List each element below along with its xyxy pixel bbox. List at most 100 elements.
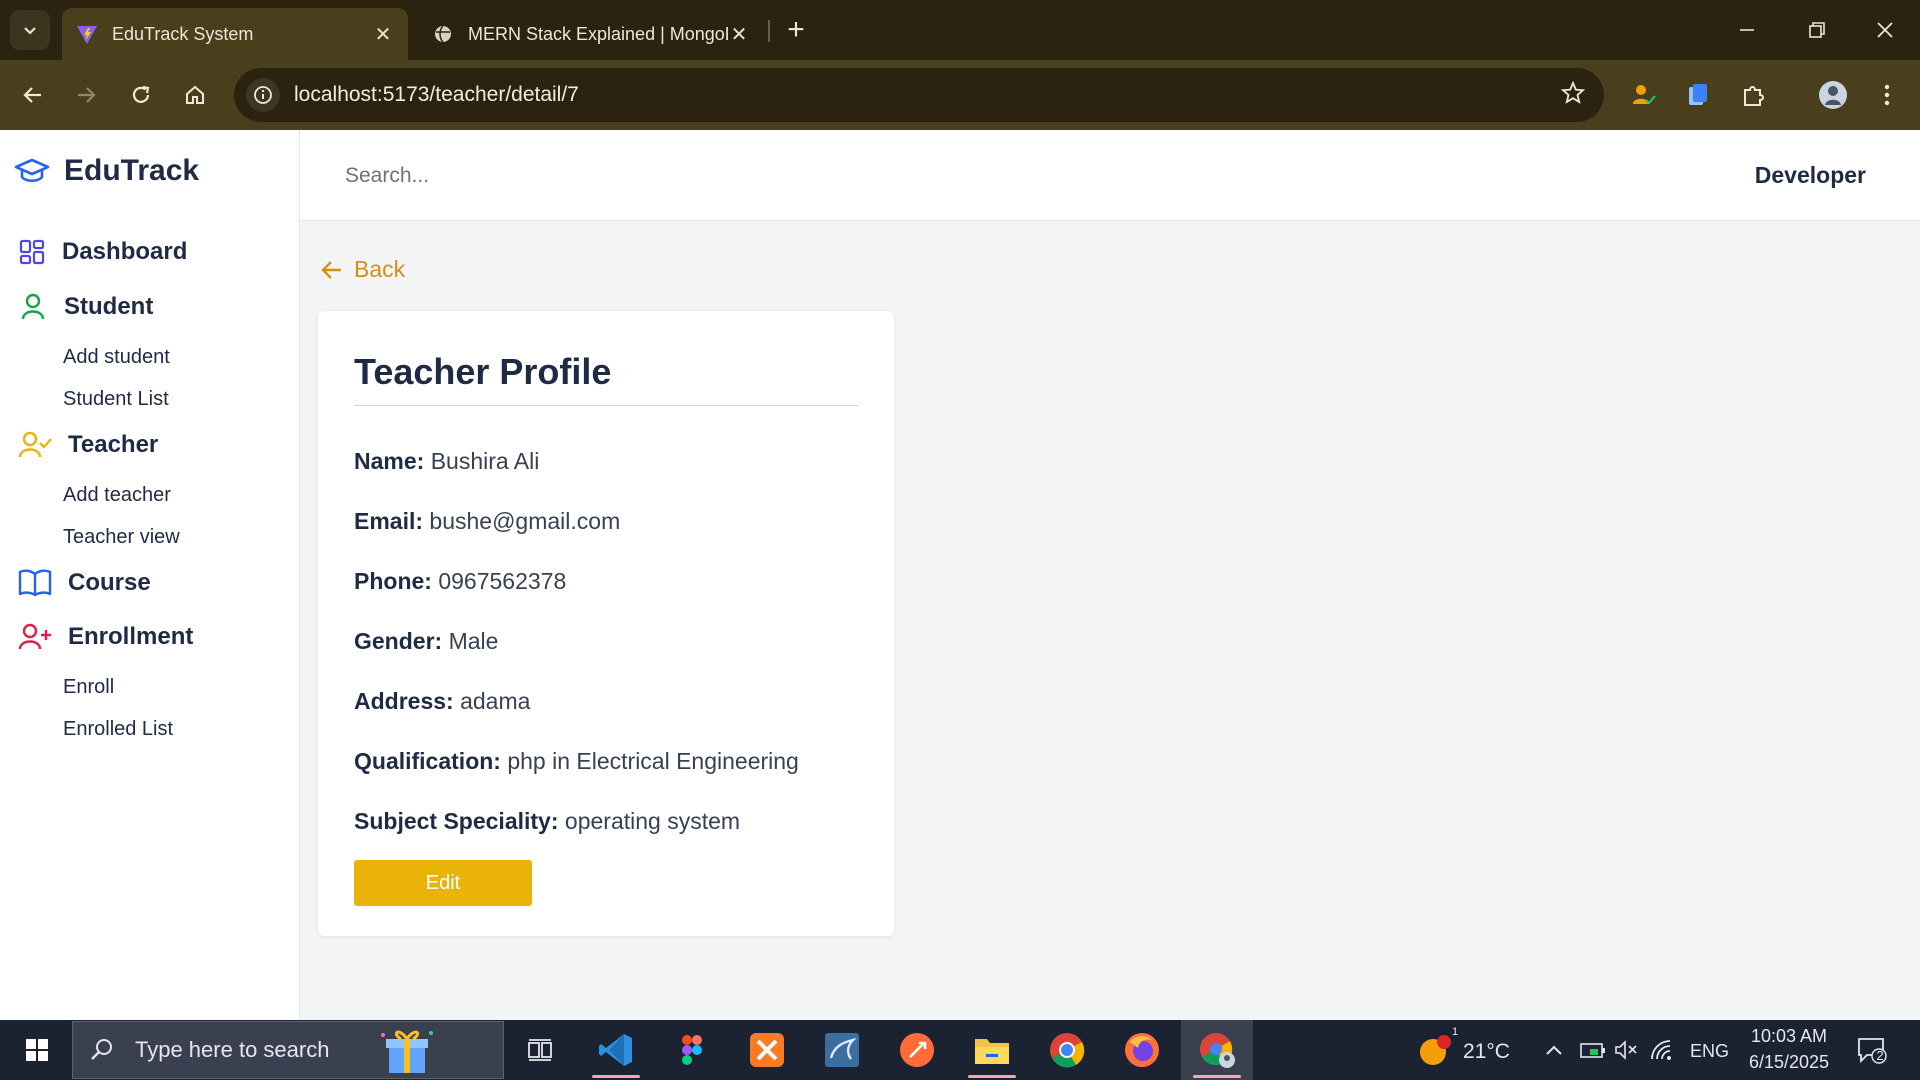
field-phone: Phone: 0967562378 bbox=[354, 568, 566, 595]
nav-student[interactable]: Student bbox=[18, 292, 153, 322]
field-name: Name: Bushira Ali bbox=[354, 448, 539, 475]
top-header: Developer bbox=[300, 130, 1920, 221]
field-email: Email: bushe@gmail.com bbox=[354, 508, 620, 535]
minimize-button[interactable] bbox=[1712, 0, 1782, 60]
nav-enrolled-list[interactable]: Enrolled List bbox=[63, 718, 173, 741]
profile-sync-extension[interactable] bbox=[1624, 75, 1664, 115]
star-icon bbox=[1560, 80, 1586, 104]
field-label: Phone: bbox=[354, 568, 432, 594]
nav-enrollment[interactable]: Enrollment bbox=[18, 622, 193, 652]
site-info-button[interactable] bbox=[246, 78, 280, 112]
restore-button[interactable] bbox=[1782, 0, 1852, 60]
chrome-icon bbox=[1050, 1033, 1085, 1068]
taskbar-figma[interactable] bbox=[656, 1020, 728, 1080]
language-indicator[interactable]: ENG bbox=[1690, 1041, 1729, 1062]
teacher-profile-card: Teacher Profile Name: Bushira Ali Email:… bbox=[318, 311, 894, 936]
google-docs-extension[interactable] bbox=[1678, 75, 1718, 115]
clock-time[interactable]: 10:03 AM bbox=[1748, 1026, 1830, 1047]
field-value: operating system bbox=[564, 808, 741, 834]
back-nav-button[interactable] bbox=[13, 75, 53, 115]
field-value: Bushira Ali bbox=[430, 448, 540, 474]
nav-teacher[interactable]: Teacher bbox=[18, 430, 158, 460]
field-label: Email: bbox=[354, 508, 424, 534]
forward-nav-button[interactable] bbox=[66, 75, 106, 115]
browser-tab-bar: EduTrack System ✕ MERN Stack Explained |… bbox=[0, 0, 1920, 60]
field-gender: Gender: Male bbox=[354, 628, 498, 655]
graduation-cap-icon bbox=[14, 158, 50, 183]
field-value: bushe@gmail.com bbox=[429, 508, 621, 534]
nav-label: Enrollment bbox=[68, 623, 194, 650]
wifi-icon[interactable] bbox=[1650, 1039, 1676, 1061]
taskbar-firefox[interactable] bbox=[1106, 1020, 1178, 1080]
weather-icon bbox=[1420, 1035, 1451, 1065]
bookmark-star-button[interactable] bbox=[1560, 80, 1586, 111]
edit-button[interactable]: Edit bbox=[354, 860, 532, 906]
back-label: Back bbox=[354, 256, 406, 282]
nav-teacher-view[interactable]: Teacher view bbox=[63, 526, 180, 549]
home-button[interactable] bbox=[175, 75, 215, 115]
notification-center-button[interactable]: 2 bbox=[1846, 1020, 1898, 1080]
browser-menu-button[interactable] bbox=[1867, 75, 1907, 115]
user-role-label[interactable]: Developer bbox=[1755, 162, 1866, 189]
close-tab-icon[interactable]: ✕ bbox=[728, 23, 750, 46]
profile-avatar-button[interactable] bbox=[1813, 75, 1853, 115]
field-value: adama bbox=[460, 688, 531, 714]
arrow-left-icon bbox=[321, 260, 341, 279]
user-check-icon bbox=[18, 431, 52, 458]
tab-mern-video[interactable]: MERN Stack Explained | MongoDB ✕ bbox=[418, 8, 764, 60]
extensions-button[interactable] bbox=[1733, 75, 1773, 115]
show-hidden-icons-button[interactable] bbox=[1532, 1020, 1576, 1080]
task-view-button[interactable] bbox=[504, 1020, 576, 1080]
taskbar-postman[interactable] bbox=[881, 1020, 953, 1080]
chrome-profile-icon bbox=[1200, 1033, 1235, 1068]
tab-edutrack[interactable]: EduTrack System ✕ bbox=[62, 8, 408, 60]
close-window-button[interactable] bbox=[1850, 0, 1920, 60]
taskbar-search-box[interactable]: Type here to search bbox=[72, 1021, 504, 1079]
user-icon bbox=[21, 293, 45, 320]
field-label: Gender: bbox=[354, 628, 443, 654]
reload-icon bbox=[132, 85, 150, 103]
taskbar-file-explorer[interactable] bbox=[956, 1020, 1028, 1080]
tab-search-button[interactable] bbox=[10, 10, 50, 50]
nav-dashboard[interactable]: Dashboard bbox=[18, 238, 187, 266]
back-link[interactable]: Back bbox=[320, 256, 405, 283]
nav-student-list[interactable]: Student List bbox=[63, 388, 169, 411]
more-vertical-icon bbox=[1884, 84, 1890, 106]
tab-title: EduTrack System bbox=[112, 23, 254, 44]
clock-date[interactable]: 6/15/2025 bbox=[1743, 1052, 1835, 1073]
taskbar-mysql-workbench[interactable] bbox=[806, 1020, 878, 1080]
reload-button[interactable] bbox=[121, 75, 161, 115]
divider bbox=[354, 405, 858, 406]
search-input[interactable] bbox=[324, 156, 824, 196]
field-value: php in Electrical Engineering bbox=[507, 748, 799, 774]
nav-enroll[interactable]: Enroll bbox=[63, 676, 114, 699]
battery-icon[interactable] bbox=[1580, 1040, 1606, 1060]
nav-add-teacher[interactable]: Add teacher bbox=[63, 484, 171, 507]
taskbar-vscode[interactable] bbox=[580, 1020, 652, 1080]
url-text: localhost:5173/teacher/detail/7 bbox=[294, 83, 579, 106]
nav-label: Course bbox=[68, 569, 151, 596]
arrow-right-icon bbox=[78, 87, 96, 103]
postman-icon bbox=[900, 1033, 934, 1067]
nav-add-student[interactable]: Add student bbox=[63, 346, 170, 369]
taskbar-xampp[interactable] bbox=[731, 1020, 803, 1080]
new-tab-button[interactable]: + bbox=[778, 12, 814, 48]
close-tab-icon[interactable]: ✕ bbox=[372, 23, 394, 46]
start-button[interactable] bbox=[10, 1020, 64, 1080]
nav-course[interactable]: Course bbox=[18, 568, 151, 598]
tab-title: MERN Stack Explained | MongoDB bbox=[468, 23, 728, 44]
field-label: Address: bbox=[354, 688, 454, 714]
taskbar-chrome-profile[interactable] bbox=[1181, 1020, 1253, 1080]
brand[interactable]: EduTrack bbox=[14, 154, 199, 188]
notification-count: 2 bbox=[1876, 1048, 1884, 1063]
address-bar[interactable]: localhost:5173/teacher/detail/7 bbox=[234, 68, 1604, 122]
volume-muted-icon[interactable] bbox=[1614, 1039, 1638, 1061]
globe-icon bbox=[435, 25, 451, 43]
field-label: Qualification: bbox=[354, 748, 501, 774]
taskbar-chrome[interactable] bbox=[1031, 1020, 1103, 1080]
page-title: Teacher Profile bbox=[354, 351, 612, 392]
restore-icon bbox=[1809, 22, 1825, 38]
field-label: Name: bbox=[354, 448, 425, 474]
close-icon bbox=[1877, 22, 1893, 38]
weather-temperature[interactable]: 21°C bbox=[1463, 1040, 1510, 1064]
